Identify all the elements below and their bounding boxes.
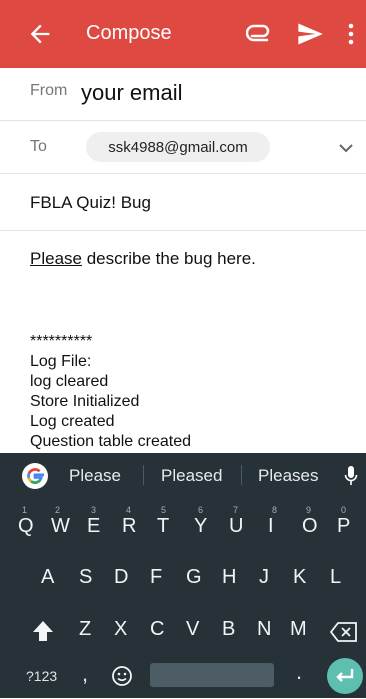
key-p[interactable]: 0P	[337, 505, 350, 538]
more-vert-icon[interactable]	[344, 20, 358, 48]
key-h[interactable]: H	[222, 566, 236, 589]
key-n[interactable]: N	[257, 618, 271, 641]
app-bar: Compose	[0, 0, 366, 68]
back-arrow-icon[interactable]	[26, 20, 54, 48]
key-b[interactable]: B	[222, 618, 235, 641]
key-y[interactable]: 6Y	[194, 505, 207, 538]
log-line: Log created	[30, 413, 115, 430]
key-o[interactable]: 9O	[302, 505, 318, 538]
to-row: To ssk4988@gmail.com	[0, 121, 366, 174]
key-m[interactable]: M	[290, 618, 307, 641]
space-bar[interactable]	[150, 663, 274, 687]
divider	[143, 465, 144, 485]
subject-row: FBLA Quiz! Bug	[0, 174, 366, 231]
page-title: Compose	[86, 22, 172, 44]
key-k[interactable]: K	[293, 566, 306, 589]
key-i[interactable]: 8I	[268, 505, 277, 538]
key-r[interactable]: 4R	[122, 505, 136, 538]
body-prompt: Please describe the bug here.	[30, 248, 350, 270]
key-t[interactable]: 5T	[157, 505, 169, 538]
key-w[interactable]: 2W	[51, 505, 70, 538]
key-z[interactable]: Z	[79, 618, 91, 641]
key-f[interactable]: F	[150, 566, 162, 589]
enter-key[interactable]	[327, 658, 363, 694]
key-s[interactable]: S	[79, 566, 92, 589]
key-v[interactable]: V	[186, 618, 199, 641]
key-e[interactable]: 3E	[87, 505, 100, 538]
from-field[interactable]: your email	[81, 80, 182, 106]
log-line: Question table created	[30, 433, 191, 450]
microphone-icon[interactable]	[344, 465, 358, 487]
keyboard: Please Pleased Pleases 1Q 2W 3E 4R 5T 6Y…	[0, 453, 366, 698]
key-u[interactable]: 7U	[229, 505, 243, 538]
key-q[interactable]: 1Q	[18, 505, 34, 538]
backspace-icon[interactable]	[330, 621, 358, 643]
from-row: From your email	[0, 68, 366, 121]
divider	[241, 465, 242, 485]
period-key[interactable]: .	[296, 659, 302, 685]
key-x[interactable]: X	[114, 618, 127, 641]
key-a[interactable]: A	[41, 566, 54, 589]
log-line: Log File:	[30, 353, 92, 370]
log-line: log cleared	[30, 373, 109, 390]
message-body[interactable]: Please describe the bug here. **********…	[30, 248, 350, 453]
log-line: Store Initialized	[30, 393, 140, 410]
from-label: From	[30, 82, 68, 99]
log-line: **********	[30, 333, 93, 350]
recipient-chip[interactable]: ssk4988@gmail.com	[86, 132, 270, 162]
shift-icon[interactable]	[32, 619, 54, 643]
paperclip-icon[interactable]	[246, 22, 274, 46]
key-j[interactable]: J	[259, 566, 269, 589]
suggestion-3[interactable]: Pleases	[258, 466, 318, 486]
recipient-email: ssk4988@gmail.com	[108, 138, 248, 156]
key-c[interactable]: C	[150, 618, 164, 641]
chevron-down-icon[interactable]	[336, 138, 356, 158]
to-label: To	[30, 138, 47, 155]
body-first-word: Please	[30, 249, 82, 268]
body-rest: describe the bug here.	[81, 249, 256, 268]
google-logo-icon[interactable]	[22, 463, 48, 489]
suggestion-1[interactable]: Please	[69, 466, 121, 486]
suggestion-2[interactable]: Pleased	[161, 466, 222, 486]
log-text: ********** Log File: log cleared Store I…	[30, 332, 191, 452]
subject-field[interactable]: FBLA Quiz! Bug	[30, 193, 151, 213]
key-g[interactable]: G	[186, 566, 202, 589]
emoji-icon[interactable]	[111, 665, 133, 687]
key-d[interactable]: D	[114, 566, 128, 589]
send-icon[interactable]	[296, 20, 324, 48]
symbols-key[interactable]: ?123	[26, 668, 57, 684]
enter-icon	[336, 669, 354, 682]
suggestion-bar: Please Pleased Pleases	[0, 453, 366, 497]
comma-key[interactable]: ,	[82, 661, 88, 687]
key-l[interactable]: L	[330, 566, 341, 589]
